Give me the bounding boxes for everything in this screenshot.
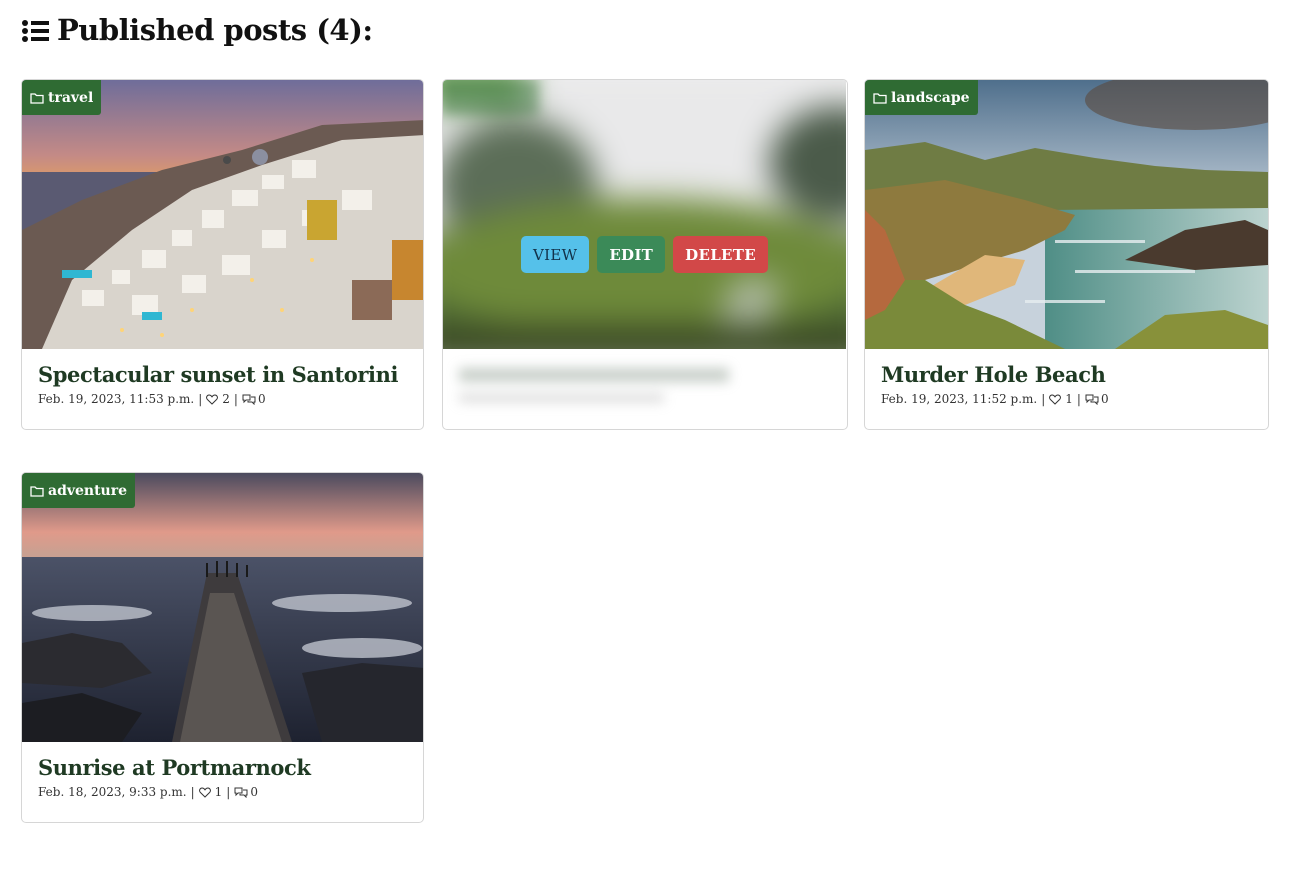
like-count: 2: [222, 392, 230, 406]
heart-icon: [1049, 393, 1062, 405]
post-date: Feb. 19, 2023, 11:53 p.m.: [38, 392, 195, 406]
comment-count: 0: [1100, 392, 1109, 406]
post-date: Feb. 19, 2023, 11:52 p.m.: [881, 392, 1038, 406]
delete-button[interactable]: DELETE: [673, 236, 768, 273]
post-image-beach[interactable]: [865, 80, 1268, 349]
post-title[interactable]: [459, 360, 831, 390]
category-badge[interactable]: adventure: [22, 473, 136, 508]
post-title[interactable]: Sunrise at Portmarnock: [38, 753, 407, 783]
post-title[interactable]: Spectacular sunset in Santorini: [38, 360, 407, 390]
list-icon: [21, 17, 49, 43]
post-image-blurred[interactable]: [443, 80, 846, 349]
post-image-santorini[interactable]: [22, 80, 423, 349]
card-body: [459, 360, 831, 404]
meta-separator: |: [1041, 392, 1046, 406]
post-meta: Feb. 18, 2023, 9:33 p.m. | 1 | 0: [38, 785, 407, 799]
category-badge[interactable]: [443, 80, 539, 115]
like-count: 1: [1065, 392, 1073, 406]
post-meta: [459, 392, 831, 404]
comments-icon: [1085, 394, 1099, 405]
post-meta: Feb. 19, 2023, 11:52 p.m. | 1 | 0: [881, 392, 1252, 406]
post-card[interactable]: landscape Murder Hole Beach Feb. 19, 202…: [864, 79, 1269, 430]
post-date: Feb. 18, 2023, 9:33 p.m.: [38, 785, 187, 799]
card-body: Spectacular sunset in Santorini Feb. 19,…: [38, 360, 407, 406]
comment-count: 0: [250, 785, 258, 799]
blurred-title-placeholder: [459, 368, 729, 382]
meta-separator: |: [233, 392, 238, 406]
comments-icon: [242, 394, 256, 405]
post-meta: Feb. 19, 2023, 11:53 p.m. | 2 | 0: [38, 392, 407, 406]
post-card[interactable]: adventure Sunrise at Portmarnock Feb. 18…: [21, 472, 424, 823]
comment-count: 0: [257, 392, 266, 406]
card-body: Sunrise at Portmarnock Feb. 18, 2023, 9:…: [38, 753, 407, 799]
category-badge[interactable]: travel: [22, 80, 102, 115]
meta-separator: |: [1076, 392, 1081, 406]
edit-button[interactable]: EDIT: [597, 236, 666, 273]
category-badge[interactable]: landscape: [865, 80, 978, 115]
post-card-hovered[interactable]: VIEW EDIT DELETE: [442, 79, 848, 430]
meta-separator: |: [190, 785, 195, 799]
blurred-meta-placeholder: [459, 394, 664, 402]
heart-icon: [206, 393, 219, 405]
post-image-portmarnock[interactable]: [22, 473, 423, 742]
page-title: Published posts (4):: [21, 8, 373, 52]
category-label: travel: [48, 89, 94, 106]
folder-icon: [30, 485, 44, 497]
page-title-text: Published posts (4):: [57, 13, 373, 47]
category-label: landscape: [891, 89, 970, 106]
comments-icon: [234, 787, 248, 798]
folder-icon: [873, 92, 887, 104]
category-label: adventure: [48, 482, 128, 499]
like-count: 1: [214, 785, 223, 799]
heart-icon: [198, 786, 211, 798]
folder-icon: [30, 92, 44, 104]
view-button[interactable]: VIEW: [521, 236, 590, 273]
post-title[interactable]: Murder Hole Beach: [881, 360, 1252, 390]
meta-separator: |: [226, 785, 231, 799]
meta-separator: |: [198, 392, 203, 406]
card-body: Murder Hole Beach Feb. 19, 2023, 11:52 p…: [881, 360, 1252, 406]
post-card[interactable]: travel Spectacular sunset in Santorini F…: [21, 79, 424, 430]
post-actions: VIEW EDIT DELETE: [443, 236, 846, 273]
